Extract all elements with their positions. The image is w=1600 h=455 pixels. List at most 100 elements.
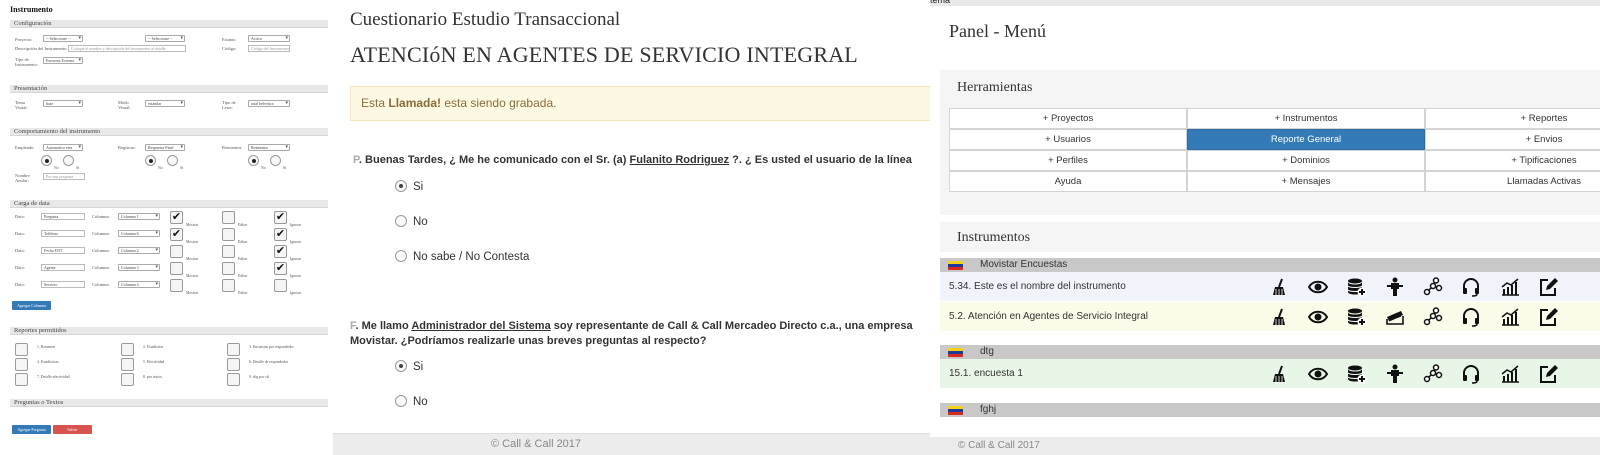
reporte-checkbox[interactable] [121,373,134,386]
empleado-select[interactable]: Automatico ems [43,144,83,151]
chart-icon[interactable] [1500,307,1520,327]
tipo-instrumento-select[interactable]: Encuesta Externa [43,57,83,64]
ignorar-checkbox[interactable]: ✔ [274,228,287,241]
q1-option-nosabe-radio[interactable] [395,250,407,262]
dato-input[interactable]: Fecha ENT [41,247,85,254]
mostrar-checkbox[interactable]: ✔ [170,228,183,241]
menu-button[interactable]: + Envios [1425,129,1600,150]
add-column-button[interactable]: Agregar Columna [12,301,51,310]
dato-input[interactable]: Agente [41,264,85,271]
reporte-checkbox[interactable] [121,358,134,371]
ignorar-checkbox[interactable]: ✔ [274,211,287,224]
registrar-select[interactable]: Respuesta Final [145,144,185,151]
proyecto-select[interactable]: -- Seleccione -- [43,35,83,42]
q2-option-no[interactable]: No [413,396,428,408]
menu-button[interactable]: + Instrumentos [1187,108,1425,129]
reporte-checkbox[interactable] [227,358,240,371]
menu-button[interactable]: + Perfiles [949,150,1187,171]
editar-checkbox[interactable] [222,279,235,292]
menu-button[interactable]: + Mensajes [1187,171,1425,192]
share-nodes-icon[interactable] [1423,307,1443,327]
menu-button[interactable]: + Reportes [1425,108,1600,129]
radio-si-1[interactable] [63,155,74,166]
instrument-row-1[interactable]: 5.34. Este es el nombre del instrumento [940,272,1600,301]
reporte-checkbox[interactable] [15,373,28,386]
group-movistar[interactable]: Movistar Encuestas [940,258,1600,272]
mostrar-checkbox[interactable]: ✔ [170,211,183,224]
reporte-checkbox[interactable] [227,373,240,386]
instrument-row-2[interactable]: 5.2. Atención en Agentes de Servicio Int… [940,302,1600,331]
editar-checkbox[interactable] [222,245,235,258]
q2-option-no-radio[interactable] [395,395,407,407]
chart-icon[interactable] [1500,364,1520,384]
radio-no-1[interactable] [41,155,52,166]
edit-icon[interactable] [1538,364,1558,384]
reporte-checkbox[interactable] [227,343,240,356]
eye-icon[interactable] [1307,307,1329,327]
editar-checkbox[interactable] [222,262,235,275]
headset-icon[interactable] [1461,307,1481,327]
broom-icon[interactable] [1270,307,1290,327]
q1-option-no[interactable]: No [413,216,428,228]
menu-button[interactable]: + Tipificaciones [1425,150,1600,171]
reporte-checkbox[interactable] [121,343,134,356]
cancel-button[interactable]: Salvar [53,425,92,434]
edit-icon[interactable] [1538,277,1558,297]
mostrar-checkbox[interactable] [170,245,183,258]
group-fghj[interactable]: fghj [940,403,1600,417]
reintentos-select[interactable]: Reintentos [248,144,290,151]
person-icon[interactable] [1385,277,1405,297]
menu-button[interactable]: + Proyectos [949,108,1187,129]
ignorar-checkbox[interactable] [274,279,287,292]
database-plus-icon[interactable] [1347,307,1367,327]
group-dtg[interactable]: dtg [940,345,1600,359]
q2-option-si[interactable]: Si [413,361,423,373]
q2-option-si-radio[interactable] [395,360,407,372]
chart-icon[interactable] [1500,277,1520,297]
dato-input[interactable]: Servicio [41,281,85,288]
menu-button[interactable]: Ayuda [949,171,1187,192]
database-plus-icon[interactable] [1347,277,1367,297]
eye-icon[interactable] [1307,277,1329,297]
broom-icon[interactable] [1270,277,1290,297]
reporte-checkbox[interactable] [15,343,28,356]
q1-option-nosabe[interactable]: No sabe / No Contesta [413,251,529,263]
editar-checkbox[interactable] [222,211,235,224]
dato-input[interactable]: Pregunta [41,213,85,220]
person-icon[interactable] [1385,364,1405,384]
columna-select[interactable]: Columna 1 [118,213,160,220]
columna-select[interactable]: Columna 2 [118,247,160,254]
headset-icon[interactable] [1461,277,1481,297]
radio-si-3[interactable] [270,155,281,166]
headset-icon[interactable] [1461,364,1481,384]
modo-select[interactable]: estandar [145,100,185,107]
radio-si-2[interactable] [167,155,178,166]
share-nodes-icon[interactable] [1423,277,1443,297]
q1-option-si[interactable]: Si [413,181,423,193]
instrument-row-3[interactable]: 15.1. encuesta 1 [940,359,1600,388]
mostrar-checkbox[interactable] [170,262,183,275]
letra-select[interactable]: arial helvetica [248,100,290,107]
share-nodes-icon[interactable] [1423,364,1443,384]
eye-icon[interactable] [1307,364,1329,384]
columna-select[interactable]: Columna 6 [118,230,160,237]
tema-select[interactable]: base [43,100,83,107]
database-plus-icon[interactable] [1347,364,1367,384]
ignorar-checkbox[interactable]: ✔ [274,262,287,275]
dato-input[interactable]: Teléfono [41,230,85,237]
radio-no-2[interactable] [145,155,156,166]
nombre-anular-input[interactable]: Por una pregunta [43,173,85,180]
reporte-checkbox[interactable] [15,358,28,371]
mostrar-checkbox[interactable] [170,279,183,292]
columna-select[interactable]: Columna 4 [118,281,160,288]
estado-select[interactable]: -- Seleccione -- [145,35,185,42]
editar-checkbox[interactable] [222,228,235,241]
edit-icon[interactable] [1538,307,1558,327]
codigo-input[interactable]: Código del Instrumento [248,45,290,52]
radio-no-3[interactable] [248,155,259,166]
add-question-button[interactable]: Agregar Pregunta [12,425,51,434]
q1-option-si-radio[interactable] [395,180,407,192]
menu-button[interactable]: + Usuarios [949,129,1187,150]
descripcion-input[interactable]: Coloque el nombre y descripción del inst… [68,45,186,52]
q1-option-no-radio[interactable] [395,215,407,227]
